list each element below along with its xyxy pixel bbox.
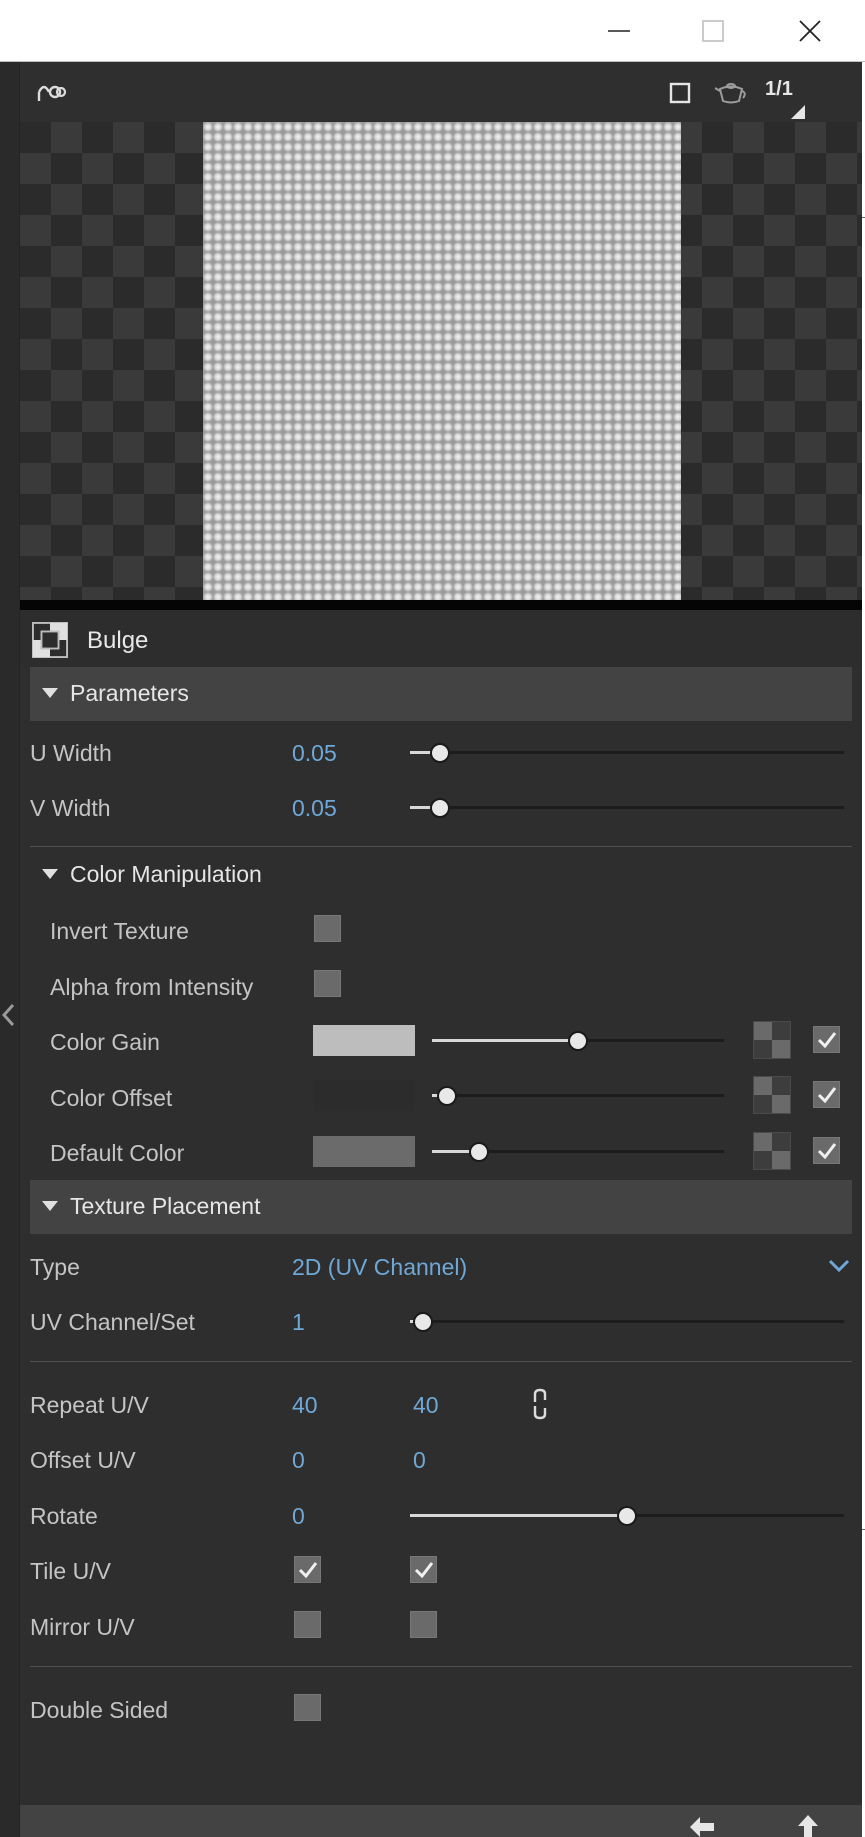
uv-channel-value[interactable]: 1	[292, 1309, 305, 1336]
minimize-icon	[608, 30, 630, 32]
ratio-numerator: 1	[765, 78, 777, 100]
color-gain-swatch[interactable]	[313, 1025, 415, 1056]
rotate-label: Rotate	[30, 1503, 98, 1529]
rotate-value[interactable]: 0	[292, 1503, 305, 1530]
corner-resize-icon[interactable]	[790, 104, 806, 120]
collapse-triangle-icon	[42, 1201, 58, 1211]
close-icon	[799, 20, 821, 42]
color-offset-enable-checkbox[interactable]	[813, 1081, 840, 1108]
color-gain-map-button[interactable]	[753, 1021, 791, 1059]
divider	[30, 1361, 852, 1362]
default-color-map-button[interactable]	[753, 1132, 791, 1170]
link-chain-icon[interactable]	[530, 1388, 550, 1420]
color-offset-swatch[interactable]	[313, 1080, 415, 1111]
section-title: Texture Placement	[70, 1193, 261, 1219]
bulge-texture-swatch	[203, 122, 681, 600]
slider-knob[interactable]	[436, 1086, 457, 1106]
window-title-bar	[0, 0, 865, 62]
bottom-toolbar	[20, 1805, 862, 1837]
mirror-v-checkbox[interactable]	[410, 1611, 437, 1638]
close-button[interactable]	[762, 0, 858, 62]
minimize-button[interactable]	[571, 0, 667, 62]
default-color-swatch[interactable]	[313, 1136, 415, 1167]
checkmark-icon	[298, 1562, 318, 1579]
u-width-value[interactable]: 0.05	[292, 740, 337, 767]
collapse-triangle-icon	[42, 688, 58, 698]
section-title: Parameters	[70, 680, 189, 706]
slider-knob[interactable]	[617, 1506, 637, 1526]
slider-knob[interactable]	[568, 1031, 588, 1051]
maximize-icon	[702, 20, 724, 42]
default-color-slider[interactable]	[432, 1141, 724, 1162]
invert-texture-label: Invert Texture	[50, 918, 189, 944]
mirror-uv-label: Mirror U/V	[30, 1614, 135, 1640]
repeat-v-value[interactable]: 40	[413, 1392, 439, 1419]
type-label: Type	[30, 1254, 80, 1280]
mirror-u-checkbox[interactable]	[294, 1611, 321, 1638]
section-color-manipulation[interactable]: Color Manipulation	[30, 848, 852, 902]
texture-map-icon	[32, 622, 68, 658]
invert-texture-checkbox[interactable]	[314, 915, 341, 942]
preview-toolbar	[20, 62, 862, 122]
default-color-label: Default Color	[50, 1140, 185, 1166]
alpha-from-intensity-checkbox[interactable]	[314, 970, 341, 997]
chevron-down-icon[interactable]	[828, 1258, 850, 1274]
texture-preview	[20, 122, 862, 600]
tile-u-checkbox[interactable]	[294, 1556, 321, 1583]
color-offset-slider[interactable]	[432, 1085, 724, 1106]
color-gain-enable-checkbox[interactable]	[813, 1026, 840, 1053]
maximize-button[interactable]	[665, 0, 761, 62]
section-title: Color Manipulation	[70, 861, 262, 887]
checkmark-icon	[817, 1087, 837, 1104]
arrow-left-icon[interactable]	[688, 1816, 716, 1837]
type-dropdown[interactable]: 2D (UV Channel)	[292, 1254, 467, 1281]
teapot-icon[interactable]	[713, 76, 749, 108]
uv-channel-label: UV Channel/Set	[30, 1309, 195, 1335]
divider	[30, 1666, 852, 1667]
chevron-left-icon[interactable]	[1, 1002, 17, 1028]
repeat-u-value[interactable]: 40	[292, 1392, 318, 1419]
section-texture-placement[interactable]: Texture Placement	[30, 1180, 852, 1234]
checkmark-icon	[414, 1562, 434, 1579]
u-width-label: U Width	[30, 740, 112, 766]
offset-v-value[interactable]: 0	[413, 1447, 426, 1474]
rotate-slider[interactable]	[410, 1505, 844, 1526]
repeat-uv-label: Repeat U/V	[30, 1392, 149, 1418]
slider-knob[interactable]	[413, 1312, 434, 1332]
arrow-up-icon[interactable]	[796, 1813, 820, 1837]
v-width-slider[interactable]	[410, 797, 844, 818]
v-width-value[interactable]: 0.05	[292, 795, 337, 822]
preview-options-icon[interactable]	[34, 76, 68, 108]
section-parameters[interactable]: Parameters	[30, 667, 852, 721]
ratio-denominator: 1	[781, 78, 793, 100]
tile-uv-label: Tile U/V	[30, 1558, 111, 1584]
double-sided-label: Double Sided	[30, 1697, 169, 1723]
material-name: Bulge	[87, 627, 149, 654]
preview-separator	[20, 600, 862, 610]
left-collapse-strip[interactable]	[0, 62, 20, 1837]
u-width-slider[interactable]	[410, 742, 844, 763]
checkmark-icon	[817, 1032, 837, 1049]
collapse-triangle-icon	[42, 869, 58, 879]
slider-knob[interactable]	[430, 798, 451, 818]
offset-u-value[interactable]: 0	[292, 1447, 305, 1474]
offset-uv-label: Offset U/V	[30, 1447, 136, 1473]
alpha-from-intensity-label: Alpha from Intensity	[50, 974, 254, 1000]
divider	[30, 846, 852, 847]
default-color-enable-checkbox[interactable]	[813, 1137, 840, 1164]
sample-ratio[interactable]: 1/1	[765, 78, 793, 101]
uv-channel-slider[interactable]	[410, 1311, 844, 1332]
v-width-label: V Width	[30, 795, 111, 821]
slider-knob[interactable]	[430, 743, 451, 763]
checkmark-icon	[817, 1143, 837, 1160]
color-gain-slider[interactable]	[432, 1030, 724, 1051]
slider-knob[interactable]	[468, 1142, 489, 1162]
double-sided-checkbox[interactable]	[294, 1694, 321, 1721]
background-toggle-icon[interactable]	[667, 80, 693, 106]
color-offset-map-button[interactable]	[753, 1076, 791, 1114]
color-gain-label: Color Gain	[50, 1029, 160, 1055]
tile-v-checkbox[interactable]	[410, 1556, 437, 1583]
material-header: Bulge	[20, 610, 862, 668]
color-offset-label: Color Offset	[50, 1085, 173, 1111]
